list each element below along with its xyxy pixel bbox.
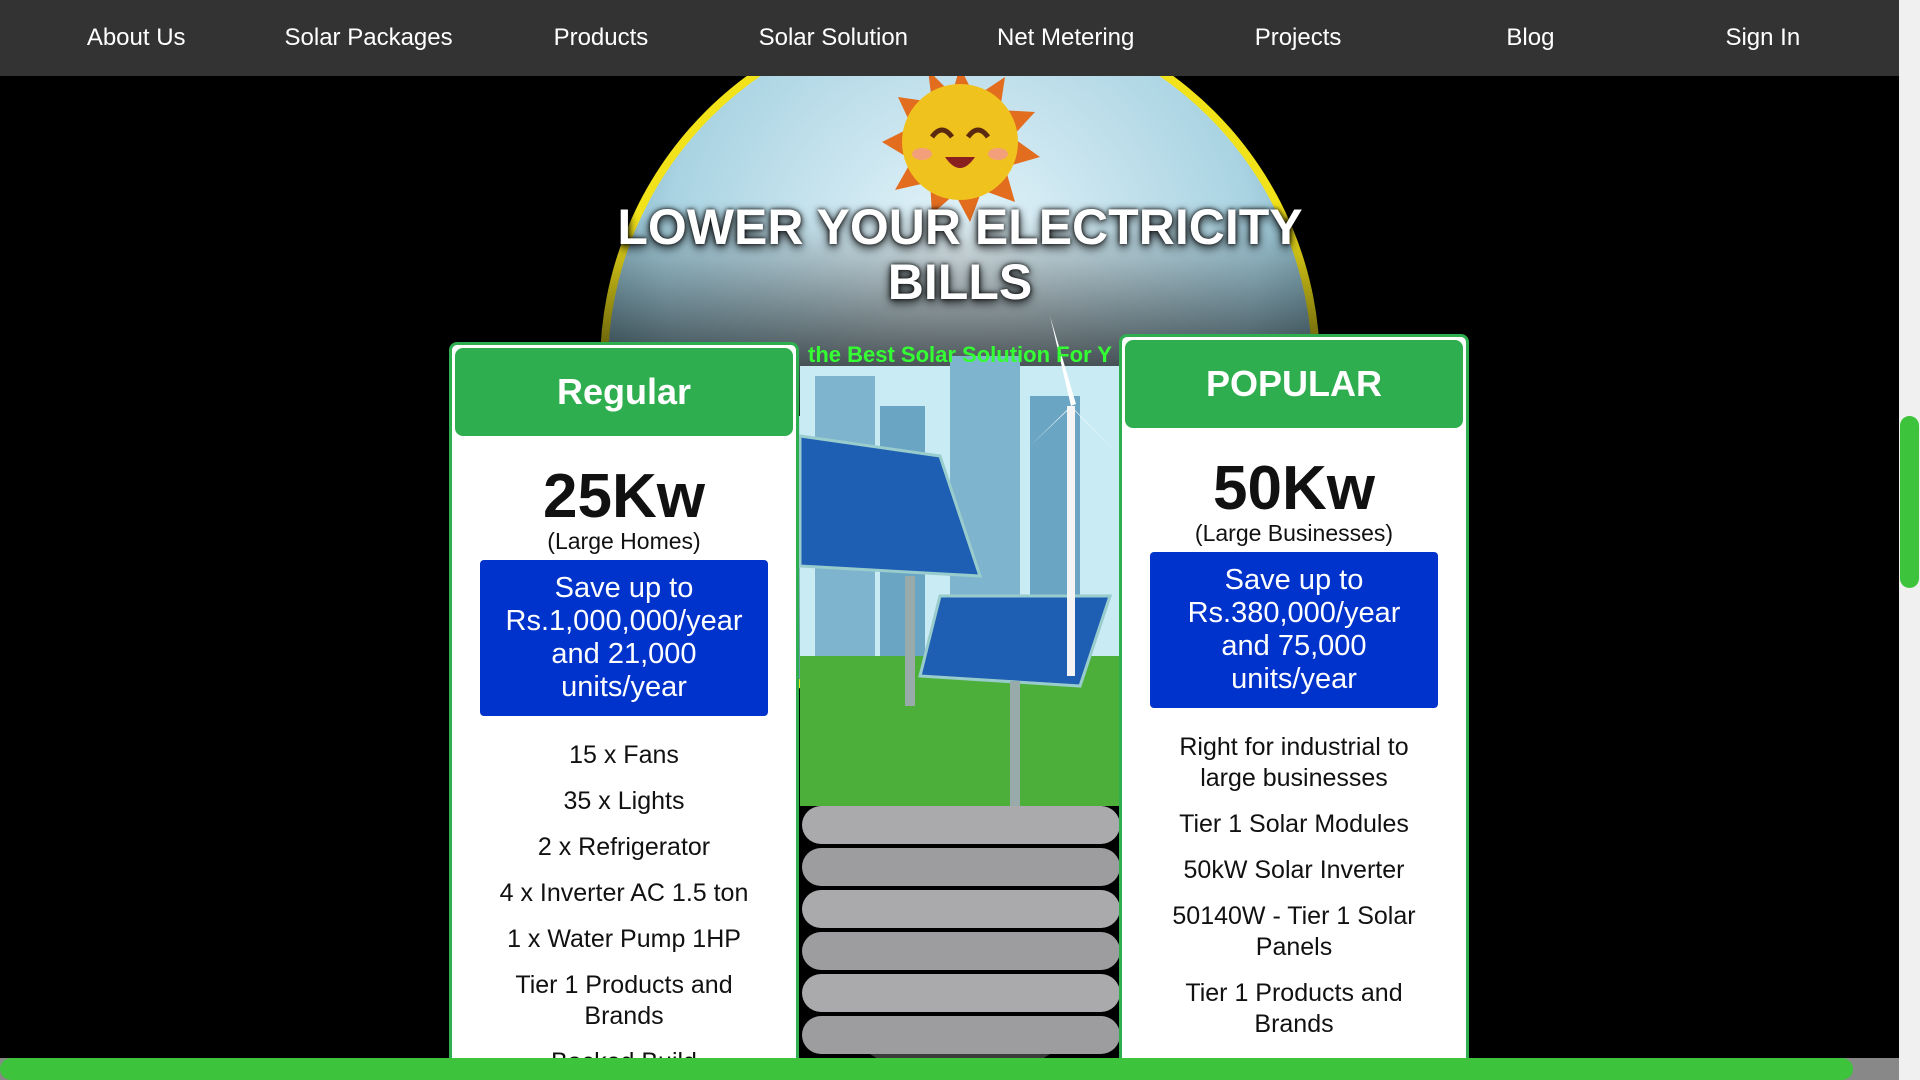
nav-solar-solution[interactable]: Solar Solution xyxy=(733,24,933,52)
hero-title-line1: LOWER YOUR ELECTRICITY xyxy=(617,199,1303,255)
top-nav: About Us Solar Packages Products Solar S… xyxy=(0,0,1899,76)
nav-solar-packages[interactable]: Solar Packages xyxy=(269,24,469,52)
feature-item: Tier 1 Solar Modules xyxy=(1179,810,1409,838)
feature-item: 35 x Lights xyxy=(563,787,685,815)
horizontal-scrollbar-thumb[interactable] xyxy=(0,1058,1853,1080)
feature-list: 15 x Fans 35 x Lights 2 x Refrigerator 4… xyxy=(452,740,796,1077)
savings-box: Save up to Rs.380,000/year and 75,000 un… xyxy=(1150,552,1438,708)
feature-item: 50kW Solar Inverter xyxy=(1183,856,1405,884)
card-tier-label: POPULAR xyxy=(1125,340,1463,428)
nav-net-metering[interactable]: Net Metering xyxy=(966,24,1166,52)
nav-about-us[interactable]: About Us xyxy=(36,24,236,52)
nav-products[interactable]: Products xyxy=(501,24,701,52)
hero-title-line2: BILLS xyxy=(887,254,1033,310)
feature-item: Tier 1 Products and Brands xyxy=(515,971,733,1030)
card-power: 50Kw xyxy=(1213,454,1375,523)
hero-tagline: the Best Solar Solution For Y xyxy=(808,342,1112,367)
nav-projects[interactable]: Projects xyxy=(1198,24,1398,52)
hero-title: LOWER YOUR ELECTRICITY BILLS xyxy=(580,200,1340,310)
nav-sign-in[interactable]: Sign In xyxy=(1663,24,1863,52)
package-card-popular: POPULAR 50Kw (Large Businesses) Save up … xyxy=(1119,334,1469,1080)
feature-item: 1 x Water Pump 1HP xyxy=(507,925,741,953)
bulb-base xyxy=(802,806,1120,1080)
feature-item: 50140W - Tier 1 Solar Panels xyxy=(1172,902,1416,961)
feature-item: 2 x Refrigerator xyxy=(537,833,711,861)
feature-item: Right for industrial to large businesses xyxy=(1179,733,1409,792)
feature-item: 15 x Fans xyxy=(569,741,679,769)
card-audience: (Large Businesses) xyxy=(1194,520,1394,546)
nav-blog[interactable]: Blog xyxy=(1430,24,1630,52)
savings-box: Save up to Rs.1,000,000/year and 21,000 … xyxy=(480,560,768,716)
vertical-scrollbar-thumb[interactable] xyxy=(1900,416,1919,588)
package-card-regular: Regular 25Kw (Large Homes) Save up to Rs… xyxy=(449,342,799,1080)
solar-scene-illustration xyxy=(798,316,1122,806)
feature-item: 4 x Inverter AC 1.5 ton xyxy=(499,879,749,907)
card-power: 25Kw xyxy=(543,462,705,531)
card-audience: (Large Homes) xyxy=(547,528,701,554)
feature-item: Tier 1 Products and Brands xyxy=(1185,979,1403,1038)
feature-list: Right for industrial to large businesses… xyxy=(1122,732,1466,1040)
card-tier-label: Regular xyxy=(455,348,793,436)
